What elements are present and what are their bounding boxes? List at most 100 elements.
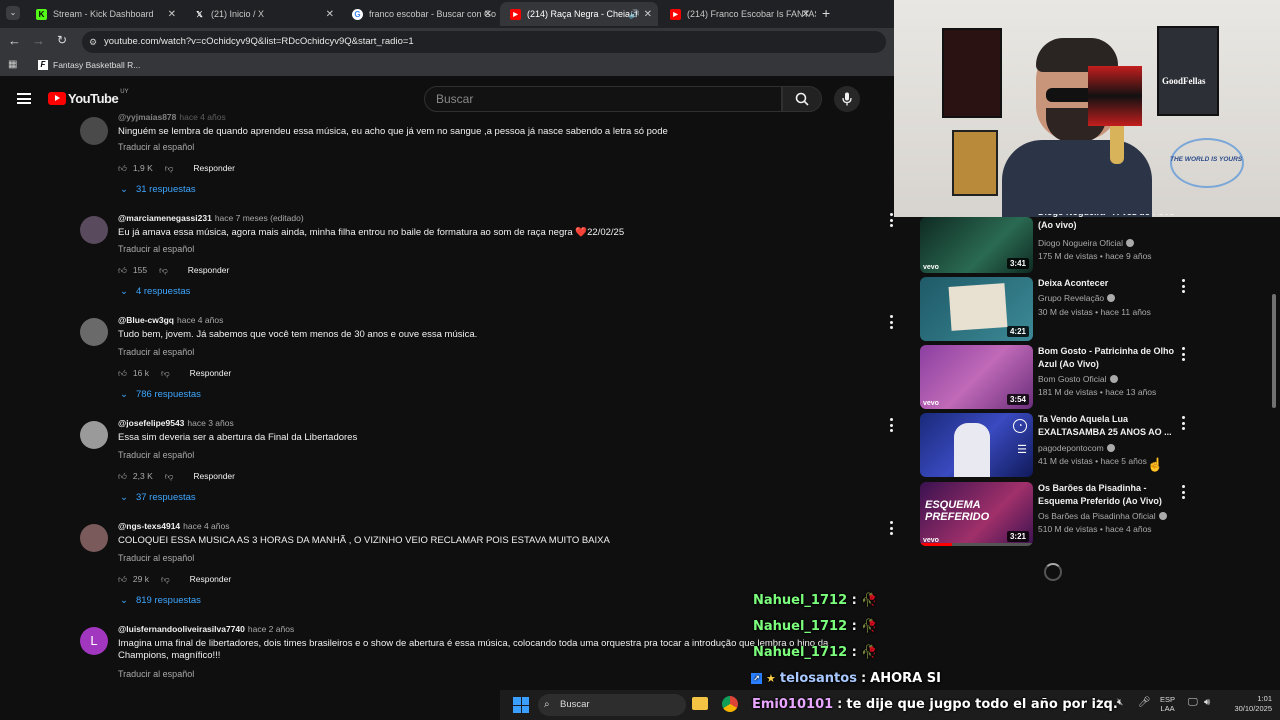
translate-link[interactable]: Traducir al español — [118, 669, 194, 679]
video-menu-icon[interactable] — [1181, 485, 1185, 499]
video-thumbnail[interactable]: 4:21 — [920, 277, 1033, 341]
avatar[interactable] — [80, 421, 108, 449]
add-to-queue-icon[interactable]: ☰ — [1017, 443, 1027, 456]
like-icon[interactable]: 👍︎ — [118, 471, 127, 482]
tab-x[interactable]: 𝕏 (21) Inicio / X ✕ — [184, 2, 340, 26]
chrome-icon[interactable] — [722, 696, 738, 712]
like-icon[interactable]: 👍︎ — [118, 265, 127, 276]
forward-icon[interactable]: → — [32, 33, 45, 48]
translate-link[interactable]: Traducir al español — [118, 450, 194, 460]
back-icon[interactable]: ← — [8, 33, 21, 48]
search-input[interactable]: Buscar — [424, 86, 782, 112]
view-replies-button[interactable]: ⌄ 31 respuestas — [120, 184, 196, 195]
channel-name[interactable]: pagodepontocom — [1038, 443, 1115, 453]
language-indicator[interactable]: ESP LAA — [1160, 695, 1175, 713]
page-scrollbar[interactable] — [1272, 294, 1276, 408]
video-thumbnail[interactable]: vevo 3:54 — [920, 345, 1033, 409]
avatar[interactable] — [80, 318, 108, 346]
close-tab-icon[interactable]: ✕ — [168, 9, 176, 20]
view-replies-button[interactable]: ⌄ 4 respuestas — [120, 286, 190, 297]
avatar[interactable]: L — [80, 627, 108, 655]
bookmark-fantasy[interactable]: F Fantasy Basketball R... — [38, 60, 140, 70]
avatar[interactable] — [80, 216, 108, 244]
channel-name[interactable]: Bom Gosto Oficial — [1038, 374, 1118, 384]
comment-menu-icon[interactable] — [889, 315, 893, 329]
view-replies-button[interactable]: ⌄ 819 respuestas — [120, 595, 201, 606]
video-menu-icon[interactable] — [1181, 279, 1185, 293]
avatar[interactable] — [80, 117, 108, 145]
reply-button[interactable]: Responder — [193, 471, 235, 481]
close-tab-icon[interactable]: ✕ — [484, 9, 492, 20]
dislike-icon[interactable]: 👎︎ — [165, 471, 174, 482]
video-thumbnail[interactable]: ◔ ☰ — [920, 413, 1033, 477]
close-tab-icon[interactable]: ✕ — [326, 9, 334, 20]
audio-playing-icon[interactable]: 🔊 — [629, 9, 640, 20]
channel-name[interactable]: Grupo Revelação — [1038, 293, 1116, 303]
related-video[interactable]: ESQUEMA PREFERIDO vevo 3:21 Os Barões da… — [920, 482, 1270, 546]
mute-icon[interactable]: 🔇︎ — [1117, 697, 1123, 708]
reload-icon[interactable]: ↻ — [57, 33, 67, 47]
network-icon[interactable]: 🖵 — [1188, 697, 1198, 708]
view-replies-button[interactable]: ⌄ 786 respuestas — [120, 389, 201, 400]
video-title[interactable]: Deixa Acontecer — [1038, 277, 1178, 290]
translate-link[interactable]: Traducir al español — [118, 347, 194, 357]
file-explorer-icon[interactable] — [692, 697, 708, 710]
video-thumbnail[interactable]: ESQUEMA PREFERIDO vevo 3:21 — [920, 482, 1033, 546]
taskbar-search[interactable]: ⌕ Buscar — [538, 694, 686, 716]
like-icon[interactable]: 👍︎ — [118, 163, 127, 174]
comment-author[interactable]: @Blue-cw3gq hace 4 años — [118, 315, 223, 325]
watch-later-icon[interactable]: ◔ — [1013, 419, 1027, 433]
new-tab-button[interactable]: + — [822, 5, 830, 21]
comment-author[interactable]: @luisfernandooliveirasilva7740 hace 2 año… — [118, 624, 294, 634]
comment-menu-icon[interactable] — [889, 521, 893, 535]
tray-chevron-icon[interactable]: ⌃ — [1095, 698, 1103, 709]
related-video[interactable]: 4:21 Deixa Acontecer Grupo Revelação 30 … — [920, 277, 1270, 341]
voice-search-button[interactable] — [834, 86, 860, 112]
clock[interactable]: 1:01 30/10/2025 — [1222, 694, 1272, 714]
video-title[interactable]: Diogo Nogueira - A Voz do Povo (Ao vivo) — [1038, 214, 1178, 232]
youtube-logo[interactable]: YouTube UY — [48, 89, 129, 106]
related-video[interactable]: vevo 3:41 Diogo Nogueira - A Voz do Povo… — [920, 209, 1270, 273]
comment-author[interactable]: @ngs-texs4914 hace 4 años — [118, 521, 229, 531]
translate-link[interactable]: Traducir al español — [118, 244, 194, 254]
related-video[interactable]: ◔ ☰ Ta Vendo Aquela Lua EXALTASAMBA 25 A… — [920, 413, 1270, 477]
comment-author[interactable]: @josefelipe9543 hace 3 años — [118, 418, 234, 428]
video-title[interactable]: Bom Gosto - Patricinha de Olho Azul (Ao … — [1038, 345, 1178, 371]
tab-list-dropdown-icon[interactable]: ⌄ — [6, 6, 20, 20]
comment-menu-icon[interactable] — [889, 213, 893, 227]
search-button[interactable] — [782, 86, 822, 112]
dislike-icon[interactable]: 👎︎ — [161, 368, 170, 379]
like-icon[interactable]: 👍︎ — [118, 574, 127, 585]
dislike-icon[interactable]: 👎︎ — [161, 574, 170, 585]
reply-button[interactable]: Responder — [193, 163, 235, 173]
reply-button[interactable]: Responder — [190, 368, 232, 378]
comment-menu-icon[interactable] — [889, 418, 893, 432]
tab-raca-negra[interactable]: ▶ (214) Raça Negra - Cheia d 🔊 ✕ — [500, 2, 658, 26]
video-menu-icon[interactable] — [1181, 347, 1185, 361]
video-title[interactable]: Ta Vendo Aquela Lua EXALTASAMBA 25 ANOS … — [1038, 413, 1178, 439]
tab-google-search[interactable]: G franco escobar - Buscar con Go ✕ — [342, 2, 498, 26]
dislike-icon[interactable]: 👎︎ — [165, 163, 174, 174]
translate-link[interactable]: Traducir al español — [118, 553, 194, 563]
video-thumbnail[interactable]: vevo 3:41 — [920, 217, 1033, 273]
like-icon[interactable]: 👍︎ — [118, 368, 127, 379]
comment-author[interactable]: @marciamenegassi231 hace 7 meses (editado… — [118, 213, 304, 223]
tab-kick-dashboard[interactable]: K Stream - Kick Dashboard ✕ — [26, 2, 182, 26]
menu-icon[interactable] — [17, 93, 31, 104]
volume-icon[interactable]: 🔊︎ — [1204, 697, 1210, 708]
related-video[interactable]: vevo 3:54 Bom Gosto - Patricinha de Olho… — [920, 345, 1270, 409]
mic-tray-icon[interactable]: 🎤︎ — [1138, 697, 1151, 708]
close-tab-icon[interactable]: ✕ — [644, 9, 652, 20]
reply-button[interactable]: Responder — [190, 574, 232, 584]
tab-franco-escobar[interactable]: ▶ (214) Franco Escobar Is FANTAS ✕ — [660, 2, 816, 26]
reply-button[interactable]: Responder — [188, 265, 230, 275]
video-title[interactable]: Os Barões da Pisadinha - Esquema Preferi… — [1038, 482, 1178, 508]
close-tab-icon[interactable]: ✕ — [802, 9, 810, 20]
translate-link[interactable]: Traducir al español — [118, 142, 194, 152]
windows-start-icon[interactable] — [513, 697, 529, 713]
channel-name[interactable]: Diogo Nogueira Oficial — [1038, 238, 1135, 248]
video-menu-icon[interactable] — [1181, 416, 1185, 430]
avatar[interactable] — [80, 524, 108, 552]
apps-grid-icon[interactable]: ▦ — [8, 59, 17, 70]
channel-name[interactable]: Os Barões da Pisadinha Oficial — [1038, 511, 1167, 521]
